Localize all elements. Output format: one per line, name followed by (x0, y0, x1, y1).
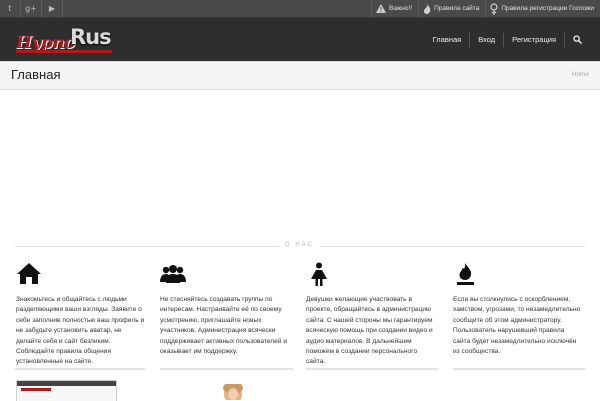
main-nav: Главная Вход Регистрация (425, 18, 590, 61)
page-title-bar: Главная Home (0, 61, 600, 90)
top-bar: t g+ ▶ Важно!! Правила сайта Правила рег… (0, 0, 600, 18)
logo-text-part2: Rus (70, 25, 112, 49)
home-icon (17, 263, 41, 284)
logo-underline (16, 50, 112, 53)
important-link-label: Важно!! (388, 5, 413, 12)
female-symbol-icon (490, 2, 498, 15)
page-title: Главная (11, 67, 61, 82)
section-separator (306, 368, 439, 370)
social-links: t g+ ▶ (0, 0, 63, 17)
search-button[interactable] (565, 18, 590, 61)
mistress-rules-link[interactable]: Правила регистрации Госпожи (485, 0, 600, 17)
section-separator (160, 368, 293, 370)
site-header: Hypno Rus Главная Вход Регистрация (0, 18, 600, 61)
youtube-icon[interactable]: ▶ (42, 0, 63, 17)
site-logo[interactable]: Hypno Rus (16, 24, 116, 56)
fire-icon (424, 3, 431, 14)
mistress-rules-link-label: Правила регистрации Госпожи (501, 5, 594, 12)
thumbnail-header (17, 381, 116, 386)
feature-girls: Девушки желающие участвовать в проекте, … (306, 262, 436, 368)
section-separator (453, 368, 586, 370)
group-icon (160, 265, 186, 283)
feature-groups-text: Не стесняйтесь создавать группы по интер… (160, 296, 288, 356)
fire-icon (457, 263, 474, 285)
site-rules-link[interactable]: Правила сайта (418, 0, 485, 17)
feature-community: Знакомьтесь и общайтесь с людьми разделя… (16, 262, 146, 368)
site-screenshot-thumbnail[interactable] (16, 380, 117, 401)
twitter-icon[interactable]: t (0, 0, 21, 17)
search-icon (573, 35, 582, 44)
google-plus-glyph: g+ (25, 4, 37, 13)
feature-report-text: Если вы столкнулись с оскорблением, хамс… (453, 296, 581, 356)
youtube-glyph: ▶ (48, 4, 56, 13)
section-separator (15, 368, 145, 370)
feature-girls-text: Девушки желающие участвовать в проекте, … (306, 296, 433, 366)
feature-report: Если вы столкнулись с оскорблением, хамс… (453, 262, 583, 357)
about-divider-label: О НАС (279, 242, 320, 248)
nav-item-register[interactable]: Регистрация (504, 18, 564, 61)
nav-item-home[interactable]: Главная (425, 18, 470, 61)
feature-groups: Не стесняйтесь создавать группы по интер… (160, 262, 290, 357)
twitter-glyph: t (8, 4, 12, 13)
feature-community-text: Знакомьтесь и общайтесь с людьми разделя… (16, 296, 145, 366)
model-photo[interactable] (220, 384, 246, 400)
top-links: Важно!! Правила сайта Правила регистраци… (370, 0, 600, 17)
important-link[interactable]: Важно!! (370, 0, 418, 17)
site-rules-link-label: Правила сайта (434, 5, 480, 12)
breadcrumb-home[interactable]: Home (572, 71, 589, 78)
female-icon (311, 262, 327, 286)
nav-item-login[interactable]: Вход (470, 18, 503, 61)
warning-icon (375, 4, 386, 13)
thumbnail-logo (21, 388, 51, 391)
google-plus-icon[interactable]: g+ (21, 0, 42, 17)
